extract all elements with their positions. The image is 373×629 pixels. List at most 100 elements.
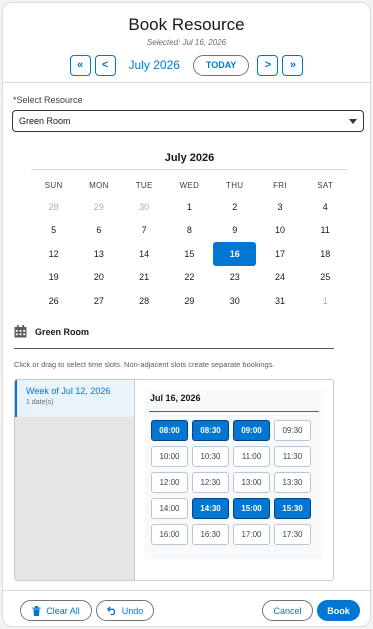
time-slot[interactable]: 11:00 <box>233 446 270 467</box>
calendar-title: July 2026 <box>164 152 215 164</box>
calendar-day[interactable]: 29 <box>76 195 121 219</box>
book-button[interactable]: Book <box>317 600 360 621</box>
day-slots-card: Jul 16, 2026 08:00 08:30 09:00 09:30 10:00 10… <box>145 389 323 559</box>
time-slot[interactable]: 12:30 <box>192 472 229 493</box>
next-year-button[interactable]: » <box>282 54 304 76</box>
calendar-day[interactable]: 19 <box>31 266 76 290</box>
calendar-day[interactable]: 3 <box>257 195 302 219</box>
calendar-day[interactable]: 12 <box>31 242 76 266</box>
calendar-day[interactable]: 23 <box>212 266 257 290</box>
calendar-day[interactable]: 9 <box>212 219 257 243</box>
calendar-day[interactable]: 11 <box>303 219 348 243</box>
select-resource-label-text: Select Resource <box>16 95 83 105</box>
calendar-divider <box>31 169 348 170</box>
week-item[interactable]: Week of Jul 12, 2026 1 date(s) <box>15 380 134 417</box>
week-date-count: 1 date(s) <box>26 399 54 406</box>
calendar-day[interactable]: 13 <box>76 242 121 266</box>
trash-icon <box>32 605 41 616</box>
prev-year-button[interactable]: « <box>69 54 91 76</box>
resource-select[interactable]: Green Room <box>12 110 364 132</box>
time-slot-selected[interactable]: 15:00 <box>233 498 270 519</box>
room-heading: Green Room <box>14 325 89 338</box>
calendar-day[interactable]: 14 <box>122 242 167 266</box>
week-list: Week of Jul 12, 2026 1 date(s) <box>15 380 135 580</box>
calendar-day[interactable]: 18 <box>303 242 348 266</box>
current-month-label: July 2026 <box>128 58 180 72</box>
time-slot[interactable]: 14:00 <box>151 498 188 519</box>
calendar-day[interactable]: 10 <box>257 219 302 243</box>
time-slot-grid: 08:00 08:30 09:00 09:30 10:00 10:30 11:00 11:30… <box>145 412 323 545</box>
calendar-day[interactable]: 6 <box>76 219 121 243</box>
weekday-header: WED <box>179 180 200 190</box>
calendar-day[interactable]: 8 <box>167 219 212 243</box>
calendar-day[interactable]: 27 <box>76 289 121 313</box>
weekday-header: MON <box>89 180 109 190</box>
calendar-day[interactable]: 1 <box>303 289 348 313</box>
calendar-day[interactable]: 22 <box>167 266 212 290</box>
time-slot-selected[interactable]: 08:30 <box>192 420 229 441</box>
calendar-day[interactable]: 21 <box>122 266 167 290</box>
calendar-day[interactable]: 5 <box>31 219 76 243</box>
calendar-day[interactable]: 28 <box>31 195 76 219</box>
calendar-day[interactable]: 24 <box>257 266 302 290</box>
room-name: Green Room <box>35 326 90 337</box>
clear-all-button[interactable]: Clear All <box>20 600 92 621</box>
selection-hint: Click or drag to select time slots. Non-… <box>14 360 275 369</box>
prev-month-button[interactable]: < <box>94 54 116 76</box>
day-heading: Jul 16, 2026 <box>150 393 201 403</box>
next-month-button[interactable]: > <box>257 54 279 76</box>
time-slot[interactable]: 13:30 <box>274 472 311 493</box>
select-resource-label: *Select Resource <box>13 95 83 105</box>
calendar-day[interactable]: 15 <box>167 242 212 266</box>
calendar-day[interactable]: 31 <box>257 289 302 313</box>
calendar-day[interactable]: 17 <box>257 242 302 266</box>
undo-icon <box>106 606 115 615</box>
time-slot-selected[interactable]: 08:00 <box>151 420 188 441</box>
calendar-day[interactable]: 4 <box>303 195 348 219</box>
resource-select-value: Green Room <box>19 116 71 126</box>
week-label: Week of Jul 12, 2026 <box>26 386 111 396</box>
time-slot[interactable]: 10:00 <box>151 446 188 467</box>
calendar-icon <box>14 325 27 338</box>
time-slot-selected[interactable]: 15:30 <box>274 498 311 519</box>
weekday-header: FRI <box>273 180 287 190</box>
time-slot[interactable]: 16:30 <box>192 524 229 545</box>
weekday-header: SAT <box>317 180 334 190</box>
time-slot[interactable]: 17:00 <box>233 524 270 545</box>
today-button[interactable]: TODAY <box>192 54 250 76</box>
cancel-button[interactable]: Cancel <box>262 600 313 621</box>
dropdown-caret-icon <box>349 119 357 124</box>
calendar-day-selected[interactable]: 16 <box>213 242 257 266</box>
time-slot[interactable]: 16:00 <box>151 524 188 545</box>
undo-button[interactable]: Undo <box>96 600 154 621</box>
weekday-header: TUE <box>135 180 153 190</box>
selected-date-subtitle: Selected: Jul 16, 2026 <box>146 38 227 47</box>
time-slot[interactable]: 13:00 <box>233 472 270 493</box>
time-slot[interactable]: 11:30 <box>274 446 311 467</box>
slots-column: Jul 16, 2026 08:00 08:30 09:00 09:30 10:00 10… <box>135 380 333 580</box>
calendar-day[interactable]: 30 <box>122 195 167 219</box>
calendar-day[interactable]: 30 <box>212 289 257 313</box>
time-slot[interactable]: 12:00 <box>151 472 188 493</box>
undo-label: Undo <box>121 605 144 616</box>
booking-panel: Week of Jul 12, 2026 1 date(s) Jul 16, 2… <box>14 379 334 581</box>
month-navigation: « < July 2026 TODAY > » <box>3 53 370 77</box>
time-slot[interactable]: 17:30 <box>274 524 311 545</box>
room-divider <box>14 348 334 349</box>
weekday-header: THU <box>226 180 244 190</box>
time-slot-selected[interactable]: 09:00 <box>233 420 270 441</box>
calendar-day[interactable]: 20 <box>76 266 121 290</box>
modal-footer: Clear All Undo Cancel Book <box>3 590 370 626</box>
calendar-day[interactable]: 2 <box>212 195 257 219</box>
calendar-grid: SUN MON TUE WED THU FRI SAT 28 29 30 1 2 3 4 5 6 7 8 9 10 11… <box>31 175 348 313</box>
time-slot-selected[interactable]: 14:30 <box>192 498 229 519</box>
modal-header: Book Resource Selected: Jul 16, 2026 « <… <box>3 3 370 83</box>
calendar-day[interactable]: 25 <box>303 266 348 290</box>
calendar-day[interactable]: 28 <box>122 289 167 313</box>
calendar-day[interactable]: 26 <box>31 289 76 313</box>
calendar-day[interactable]: 7 <box>122 219 167 243</box>
calendar-day[interactable]: 29 <box>167 289 212 313</box>
time-slot[interactable]: 10:30 <box>192 446 229 467</box>
time-slot[interactable]: 09:30 <box>274 420 311 441</box>
calendar-day[interactable]: 1 <box>167 195 212 219</box>
